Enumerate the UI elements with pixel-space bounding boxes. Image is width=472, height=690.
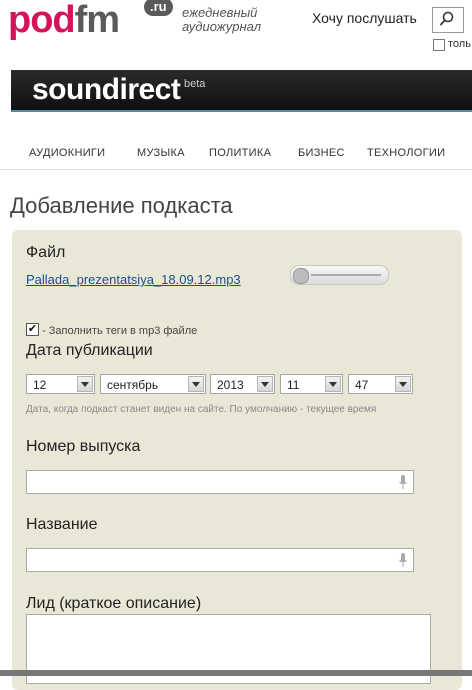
date-label: Дата публикации [26, 342, 153, 359]
month-select[interactable]: сентябрь [100, 374, 206, 394]
bottom-bar [0, 670, 472, 676]
file-label: Файл [26, 244, 66, 261]
podfm-logo[interactable]: podfm .ru [8, 0, 173, 42]
category-nav: АУДИОКНИГИ МУЗЫКА ПОЛИТИКА БИЗНЕС ТЕХНОЛ… [0, 137, 472, 170]
minute-value: 47 [355, 378, 369, 392]
day-select[interactable]: 12 [26, 374, 95, 394]
issue-input[interactable] [26, 470, 414, 494]
chevron-down-icon [188, 376, 204, 392]
player-track[interactable] [311, 274, 381, 276]
nav-item-politics[interactable]: ПОЛИТИКА [209, 147, 271, 159]
tagline: ежедневный аудиожурнал [182, 6, 261, 34]
logo-ru-badge: .ru [144, 0, 173, 16]
beta-label: beta [184, 78, 206, 90]
year-select[interactable]: 2013 [210, 374, 275, 394]
fill-tags-checkbox[interactable]: ✔ [26, 323, 39, 336]
hour-select[interactable]: 11 [280, 374, 343, 394]
month-value: сентябрь [107, 378, 159, 392]
title-input[interactable] [26, 548, 414, 572]
chevron-down-icon [395, 376, 411, 392]
logo-pod-text: pod [8, 0, 76, 41]
page-title: Добавление подкаста [10, 193, 233, 218]
nav-item-business[interactable]: БИЗНЕС [298, 147, 345, 159]
fill-tags-label: - Заполнить теги в mp3 файле [42, 325, 198, 337]
tagline-line2: аудиожурнал [182, 19, 262, 34]
day-value: 12 [33, 378, 47, 392]
want-to-listen-label: Хочу послушать [312, 10, 417, 26]
microphone-icon[interactable] [399, 475, 407, 490]
search-icon [439, 11, 454, 26]
chevron-down-icon [77, 376, 93, 392]
audio-player[interactable] [290, 265, 389, 285]
nav-item-audiobooks[interactable]: АУДИОКНИГИ [29, 147, 105, 159]
only-checkbox[interactable] [433, 39, 445, 51]
logo-fm-text: fm [74, 0, 120, 41]
tagline-line1: ежедневный [182, 5, 258, 20]
year-value: 2013 [217, 378, 244, 392]
microphone-icon[interactable] [399, 553, 407, 568]
nav-item-technology[interactable]: ТЕХНОЛОГИИ [367, 147, 445, 159]
checkmark-icon: ✔ [27, 323, 38, 335]
soundirect-title[interactable]: soundirect [32, 73, 181, 107]
chevron-down-icon [325, 376, 341, 392]
chevron-down-icon [257, 376, 273, 392]
file-link[interactable]: Pallada_prezentatsiya_18.09.12.mp3 [26, 272, 241, 287]
search-button[interactable] [432, 7, 464, 33]
date-hint: Дата, когда подкаст станет виден на сайт… [26, 404, 377, 415]
only-label: толь [448, 38, 471, 50]
nav-item-music[interactable]: МУЗЫКА [137, 147, 185, 159]
lead-label: Лид (краткое описание) [26, 595, 202, 612]
hour-value: 11 [287, 378, 300, 392]
title-label: Название [26, 516, 98, 533]
play-icon[interactable] [293, 268, 309, 284]
issue-label: Номер выпуска [26, 438, 141, 455]
minute-select[interactable]: 47 [348, 374, 413, 394]
